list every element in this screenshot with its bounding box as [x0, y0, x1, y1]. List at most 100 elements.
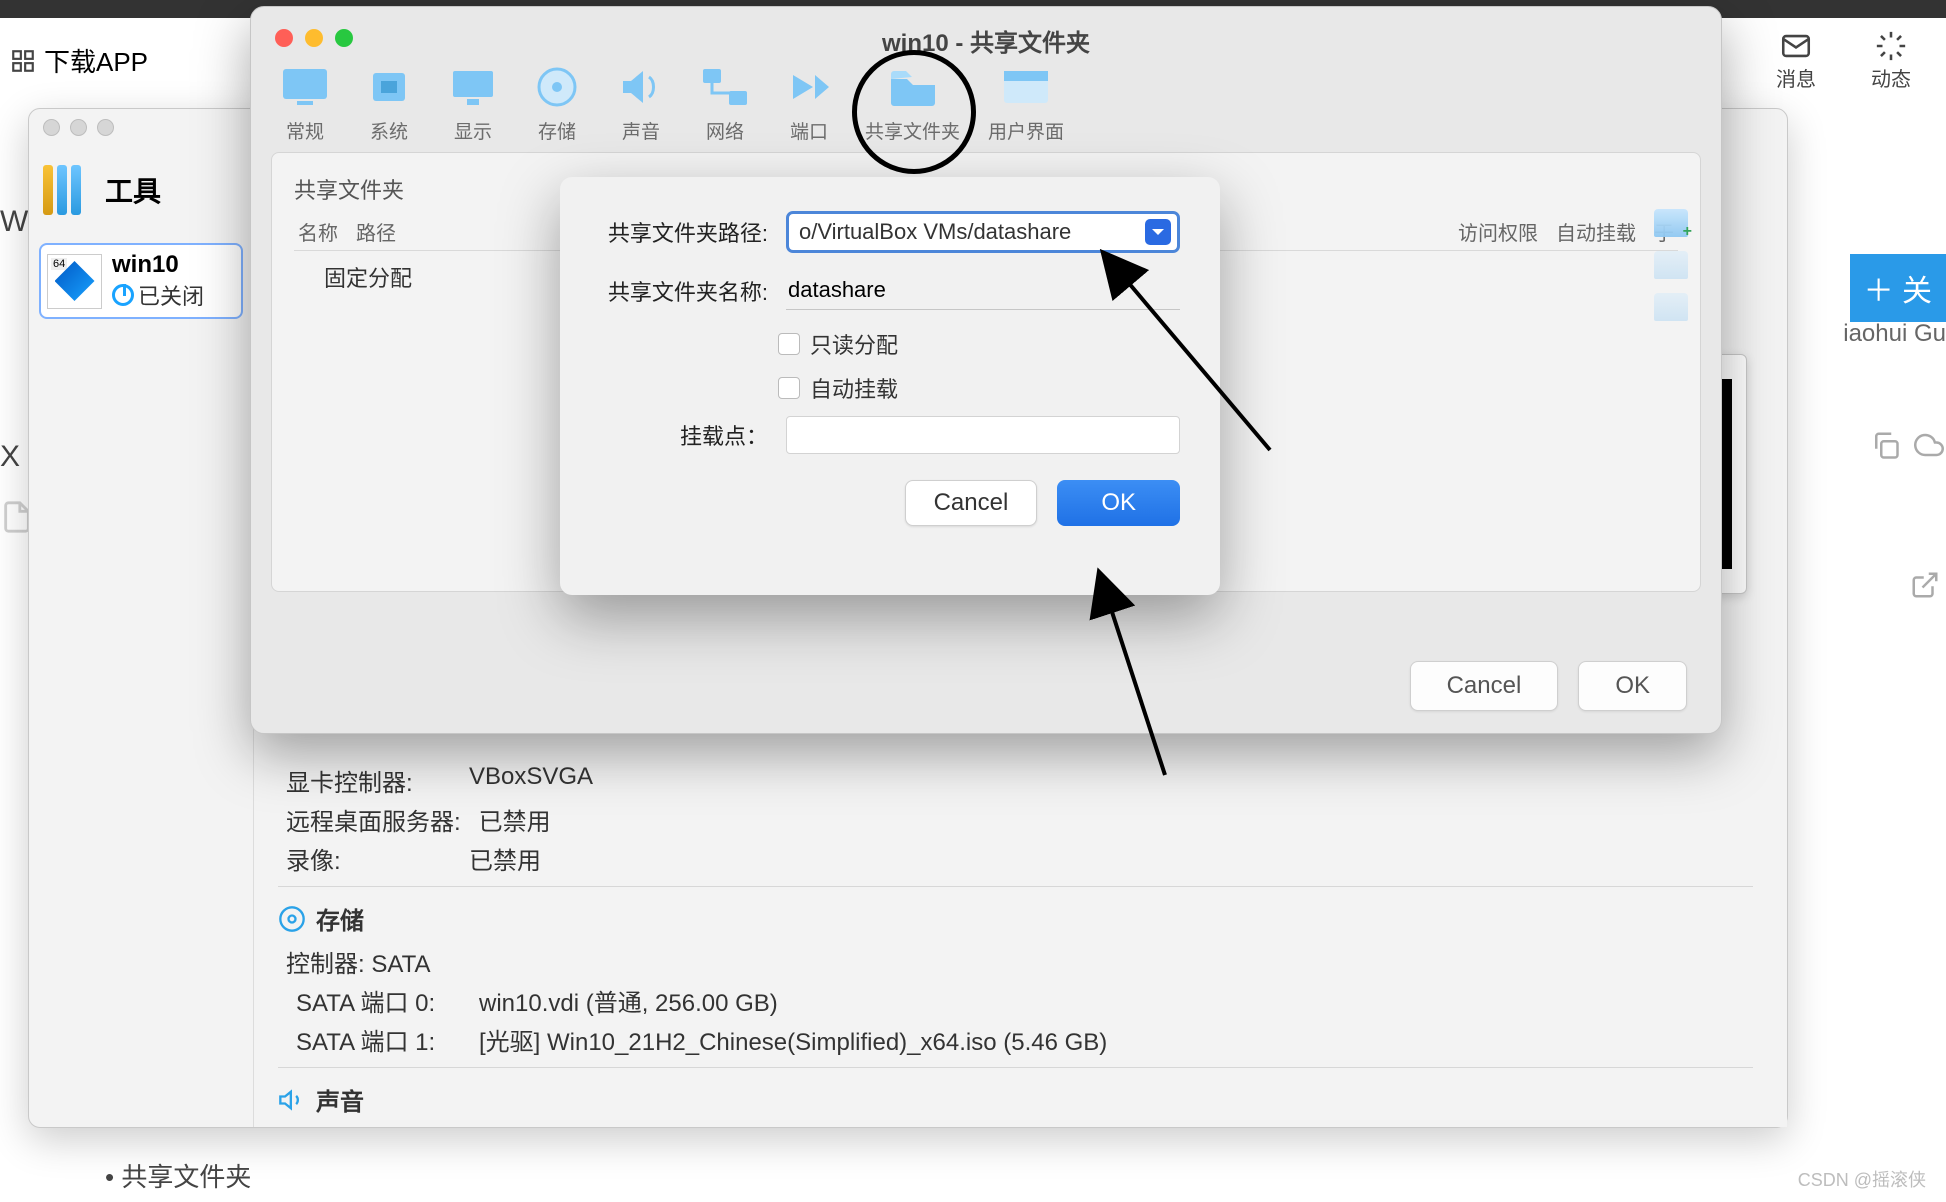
mount-point-input[interactable]	[786, 416, 1180, 454]
follow-button[interactable]: ＋ 关	[1850, 254, 1946, 322]
remove-folder-button[interactable]	[1654, 293, 1688, 321]
trend-label: 动态	[1871, 63, 1911, 92]
external-link-icon[interactable]	[1910, 570, 1940, 605]
tools-icon	[43, 165, 93, 215]
rdp-key: 远程桌面服务器:	[286, 802, 461, 837]
tab-shared-folders[interactable]: 共享文件夹	[865, 65, 960, 144]
col-name: 名称	[298, 217, 338, 246]
tab-network-label: 网络	[706, 117, 744, 144]
vm-item-win10[interactable]: win10 已关闭	[39, 243, 243, 319]
settings-button-row: Cancel OK	[1410, 661, 1687, 711]
tab-general[interactable]: 常规	[277, 65, 333, 144]
dialog-cancel-button[interactable]: Cancel	[905, 480, 1038, 526]
copy-icon[interactable]	[1870, 430, 1900, 460]
tab-ui[interactable]: 用户界面	[988, 65, 1064, 144]
tab-storage-label: 存储	[538, 117, 576, 144]
audio-v: CoreAudio	[469, 1125, 582, 1127]
vm-name: win10	[112, 251, 204, 279]
tab-ports-label: 端口	[790, 117, 828, 144]
chevron-down-icon[interactable]	[1145, 219, 1171, 245]
chip-icon	[361, 65, 417, 109]
edit-folder-button[interactable]	[1654, 251, 1688, 279]
audio-k: 主机音频驱动:	[286, 1125, 451, 1127]
bg-letter-w: W	[0, 205, 28, 239]
monitor-icon	[277, 65, 333, 109]
settings-ok-button[interactable]: OK	[1578, 661, 1687, 711]
gpu-val: VBoxSVGA	[469, 763, 593, 798]
mgr-traffic-lights[interactable]	[43, 119, 114, 136]
readonly-label: 只读分配	[810, 328, 898, 360]
display-icon	[445, 65, 501, 109]
automount-label: 自动挂载	[810, 372, 898, 404]
tab-display[interactable]: 显示	[445, 65, 501, 144]
port-icon	[781, 65, 837, 109]
folder-name-input[interactable]	[786, 271, 1180, 310]
close-icon[interactable]	[43, 119, 60, 136]
message-icon[interactable]: 消息	[1776, 29, 1816, 92]
zoom-icon[interactable]	[97, 119, 114, 136]
tab-audio-label: 声音	[622, 117, 660, 144]
add-shared-folder-dialog: 共享文件夹路径: o/VirtualBox VMs/datashare 共享文件…	[560, 177, 1220, 595]
tools-label: 工具	[105, 170, 161, 210]
bg-letter-x: X	[0, 440, 20, 474]
port1-k: SATA 端口 1:	[296, 1022, 461, 1057]
mgr-sidebar: 工具 win10 已关闭	[29, 145, 254, 1127]
folder-path-value: o/VirtualBox VMs/datashare	[799, 219, 1071, 245]
tab-system[interactable]: 系统	[361, 65, 417, 144]
tab-audio[interactable]: 声音	[613, 65, 669, 144]
download-app-link[interactable]: 下载APP	[44, 42, 148, 79]
rec-val: 已禁用	[469, 841, 541, 876]
storage-icon	[278, 905, 306, 933]
tab-display-label: 显示	[454, 117, 492, 144]
folder-action-buttons	[1654, 209, 1688, 321]
port0-k: SATA 端口 0:	[296, 983, 461, 1018]
tab-ui-label: 用户界面	[988, 117, 1064, 144]
username-fragment: iaohui Gu	[1843, 320, 1946, 348]
automount-checkbox[interactable]	[778, 377, 800, 399]
port1-v: [光驱] Win10_21H2_Chinese(Simplified)_x64.…	[479, 1022, 1107, 1057]
watermark: CSDN @摇滚侠	[1798, 1166, 1926, 1192]
rdp-val: 已禁用	[479, 802, 551, 837]
col-access: 访问权限	[1458, 217, 1538, 246]
col-path: 路径	[356, 217, 396, 246]
name-label: 共享文件夹名称:	[600, 275, 768, 307]
audio-hdr: 声音	[316, 1082, 364, 1117]
tab-system-label: 系统	[370, 117, 408, 144]
audio-icon	[278, 1086, 306, 1114]
col-automount: 自动挂载	[1556, 217, 1636, 246]
add-folder-button[interactable]	[1654, 209, 1688, 237]
gpu-key: 显卡控制器:	[286, 763, 451, 798]
rec-key: 录像:	[286, 841, 451, 876]
tools-header[interactable]: 工具	[29, 145, 253, 235]
tab-general-label: 常规	[286, 117, 324, 144]
storage-hdr: 存储	[316, 901, 364, 936]
power-icon	[112, 284, 134, 306]
folder-path-dropdown[interactable]: o/VirtualBox VMs/datashare	[786, 211, 1180, 253]
right-icon-row	[1870, 430, 1944, 460]
dialog-ok-button[interactable]: OK	[1057, 480, 1180, 526]
ctrl-label: 控制器: SATA	[286, 944, 430, 979]
disk-icon	[529, 65, 585, 109]
tab-network[interactable]: 网络	[697, 65, 753, 144]
vm-os-icon	[47, 254, 102, 309]
grid-icon	[10, 48, 36, 74]
settings-title: win10 - 共享文件夹	[251, 23, 1721, 58]
network-icon	[697, 65, 753, 109]
tab-shared-folders-label: 共享文件夹	[865, 117, 960, 144]
message-label: 消息	[1776, 63, 1816, 92]
port0-v: win10.vdi (普通, 256.00 GB)	[479, 983, 778, 1018]
readonly-checkbox[interactable]	[778, 333, 800, 355]
tab-ports[interactable]: 端口	[781, 65, 837, 144]
tab-storage[interactable]: 存储	[529, 65, 585, 144]
minimize-icon[interactable]	[70, 119, 87, 136]
path-label: 共享文件夹路径:	[600, 216, 768, 248]
vm-state: 已关闭	[112, 279, 204, 311]
trend-icon[interactable]: 动态	[1871, 29, 1911, 92]
mount-label: 挂载点：	[600, 419, 768, 451]
speaker-icon	[613, 65, 669, 109]
settings-cancel-button[interactable]: Cancel	[1410, 661, 1559, 711]
ui-icon	[998, 65, 1054, 109]
folder-icon	[885, 65, 941, 109]
bullet-shared-folders: 共享文件夹	[105, 1157, 251, 1194]
cloud-icon[interactable]	[1914, 430, 1944, 460]
